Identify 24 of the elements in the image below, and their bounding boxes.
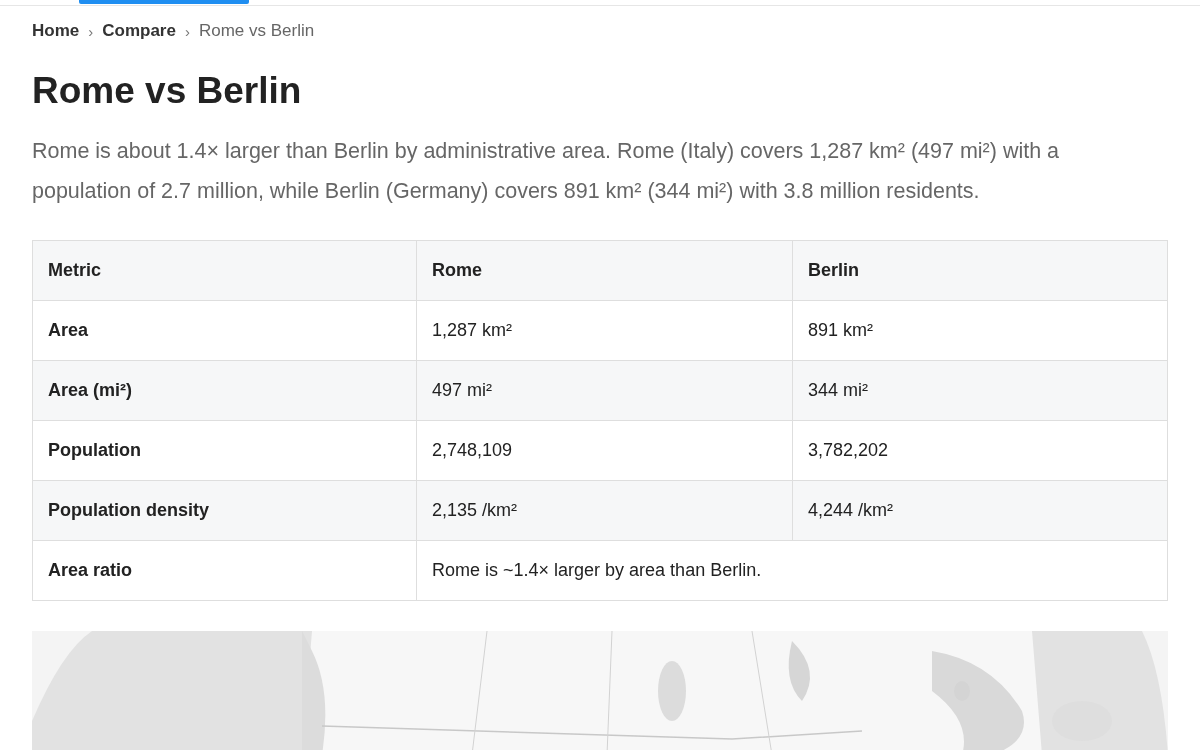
table-cell: 891 km²: [792, 300, 1168, 361]
table-cell: 4,244 /km²: [792, 480, 1168, 541]
breadcrumb-link[interactable]: Home: [32, 21, 80, 41]
row-label: Area ratio: [32, 540, 417, 601]
table-cell: 344 mi²: [792, 360, 1168, 421]
page-title: Rome vs Berlin: [32, 69, 303, 113]
column-header: Rome: [416, 240, 793, 301]
table-cell: Rome is ~1.4× larger by area than Berlin.: [416, 540, 1168, 601]
table-cell: 2,135 /km²: [416, 480, 793, 541]
breadcrumb-link[interactable]: Compare: [102, 21, 176, 41]
table-cell: 3,782,202: [792, 420, 1168, 481]
table-cell: 2,748,109: [416, 420, 793, 481]
breadcrumb-separator: ›: [184, 22, 190, 40]
row-label: Population density: [32, 480, 417, 541]
summary-paragraph: Rome is about 1.4× larger than Berlin by administrative area. Rome (Italy) covers 1,287 km² (497 mi²) with a population of 2.7 million, while Berlin (Germany) covers 891 km² (344 mi²) with 3.8 million residents.: [32, 138, 1061, 206]
table-cell: 497 mi²: [416, 360, 793, 421]
column-header: Berlin: [792, 240, 1168, 301]
table-cell: 1,287 km²: [416, 300, 793, 361]
row-label: Area (mi²): [32, 360, 417, 421]
breadcrumb-separator: ›: [88, 22, 94, 40]
row-label: Population: [32, 420, 417, 481]
current-page-label: Rome vs Berlin: [198, 21, 315, 41]
column-header: Metric: [32, 240, 417, 301]
row-label: Area: [32, 300, 417, 361]
